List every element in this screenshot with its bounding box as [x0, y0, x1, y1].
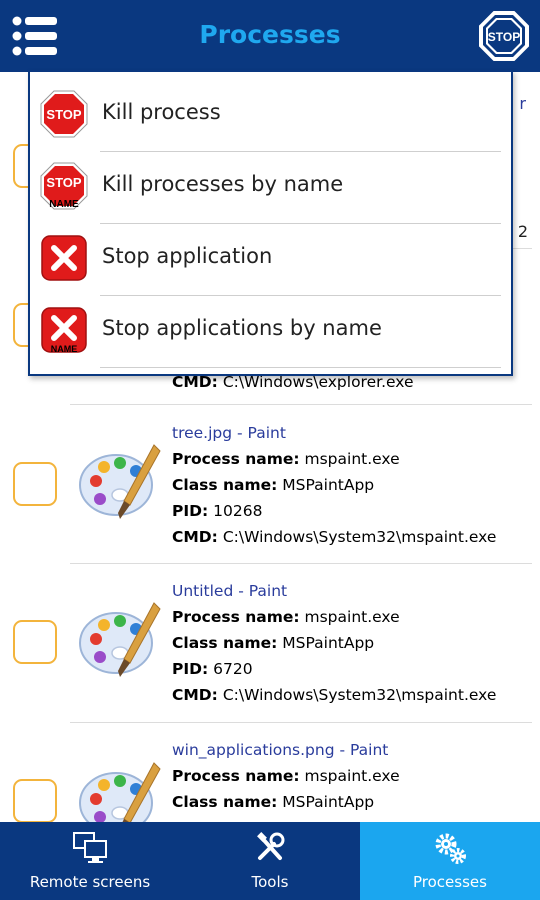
menu-item-kill-by-name[interactable]: STOP NAME Kill processes by name	[30, 150, 511, 222]
process-name-label: Process name:	[172, 450, 300, 468]
page-title: Processes	[199, 20, 341, 49]
name-badge-text: NAME	[49, 199, 79, 210]
stop-sign-icon: STOP	[40, 90, 88, 138]
paint-app-icon	[79, 602, 161, 677]
menu-item-label: Kill processes by name	[102, 172, 344, 196]
pid-label: PID:	[172, 660, 209, 678]
class-name-label: Class name:	[172, 634, 278, 652]
cmd-label: CMD:	[172, 686, 218, 704]
close-x-name-icon: NAME	[41, 307, 87, 354]
stop-sign-text: STOP	[46, 107, 81, 122]
close-x-icon	[41, 235, 87, 281]
process-details: Untitled - Paint Process name: mspaint.e…	[172, 578, 496, 708]
class-name-label: Class name:	[172, 793, 278, 811]
tab-label: Remote screens	[29, 873, 151, 891]
tab-processes[interactable]: Processes	[360, 822, 540, 900]
process-name-value: mspaint.exe	[304, 450, 400, 468]
pid-label: PID:	[172, 502, 209, 520]
menu-item-kill-process[interactable]: STOP Kill process	[30, 78, 511, 150]
class-name-value: MSPaintApp	[282, 793, 375, 811]
process-name-label: Process name:	[172, 767, 300, 785]
menu-item-stop-by-name[interactable]: NAME Stop applications by name	[30, 294, 511, 366]
class-name-label: Class name:	[172, 476, 278, 494]
tab-label: Processes	[413, 873, 487, 891]
menu-item-label: Stop application	[102, 244, 273, 268]
bottom-navigation: Remote screens Tools Processes	[0, 822, 540, 900]
partial-title-text: r	[519, 94, 526, 113]
row-checkbox[interactable]	[13, 779, 57, 822]
class-name-value: MSPaintApp	[282, 634, 375, 652]
list-item[interactable]: Untitled - Paint Process name: mspaint.e…	[0, 564, 540, 722]
process-details: win_applications.png - Paint Process nam…	[172, 737, 400, 815]
cmd-value: C:\Windows\System32\mspaint.exe	[222, 528, 497, 546]
tab-label: Tools	[251, 873, 289, 891]
process-title[interactable]: Untitled - Paint	[172, 578, 496, 604]
paint-app-icon	[79, 444, 161, 519]
process-name-value: mspaint.exe	[304, 608, 400, 626]
pid-value: 10268	[213, 502, 263, 520]
tab-tools[interactable]: Tools	[180, 822, 360, 900]
stop-sign-text: STOP	[46, 175, 81, 190]
stop-name-icon: STOP NAME	[40, 162, 88, 210]
gears-icon	[435, 833, 466, 864]
class-name-value: MSPaintApp	[282, 476, 375, 494]
list-item[interactable]: win_applications.png - Paint Process nam…	[0, 723, 540, 822]
tab-remote-screens[interactable]: Remote screens	[0, 822, 180, 900]
menu-item-label: Stop applications by name	[102, 316, 382, 340]
cmd-value: C:\Windows\System32\mspaint.exe	[222, 686, 497, 704]
stop-button-label: STOP	[488, 30, 520, 44]
tools-icon	[257, 832, 285, 860]
process-name-value: mspaint.exe	[304, 767, 400, 785]
partial-cmd-text: 2	[517, 222, 528, 241]
monitors-icon	[73, 832, 107, 863]
process-title[interactable]: win_applications.png - Paint	[172, 737, 400, 763]
top-app-bar: Processes STOP	[0, 0, 540, 72]
cmd-label: CMD:	[172, 528, 218, 546]
process-name-label: Process name:	[172, 608, 300, 626]
process-actions-menu: STOP Kill process STOP NAME Kill process…	[28, 70, 513, 376]
menu-item-label: Kill process	[102, 100, 221, 124]
row-checkbox[interactable]	[13, 462, 57, 506]
process-title[interactable]: tree.jpg - Paint	[172, 420, 496, 446]
paint-app-icon	[79, 762, 161, 822]
process-details: tree.jpg - Paint Process name: mspaint.e…	[172, 420, 496, 550]
stop-button[interactable]: STOP	[478, 10, 530, 62]
list-item[interactable]: tree.jpg - Paint Process name: mspaint.e…	[0, 405, 540, 563]
pid-value: 6720	[213, 660, 253, 678]
menu-item-stop-application[interactable]: Stop application	[30, 222, 511, 294]
menu-divider	[100, 367, 501, 368]
name-badge-text: NAME	[51, 344, 78, 354]
row-checkbox[interactable]	[13, 620, 57, 664]
